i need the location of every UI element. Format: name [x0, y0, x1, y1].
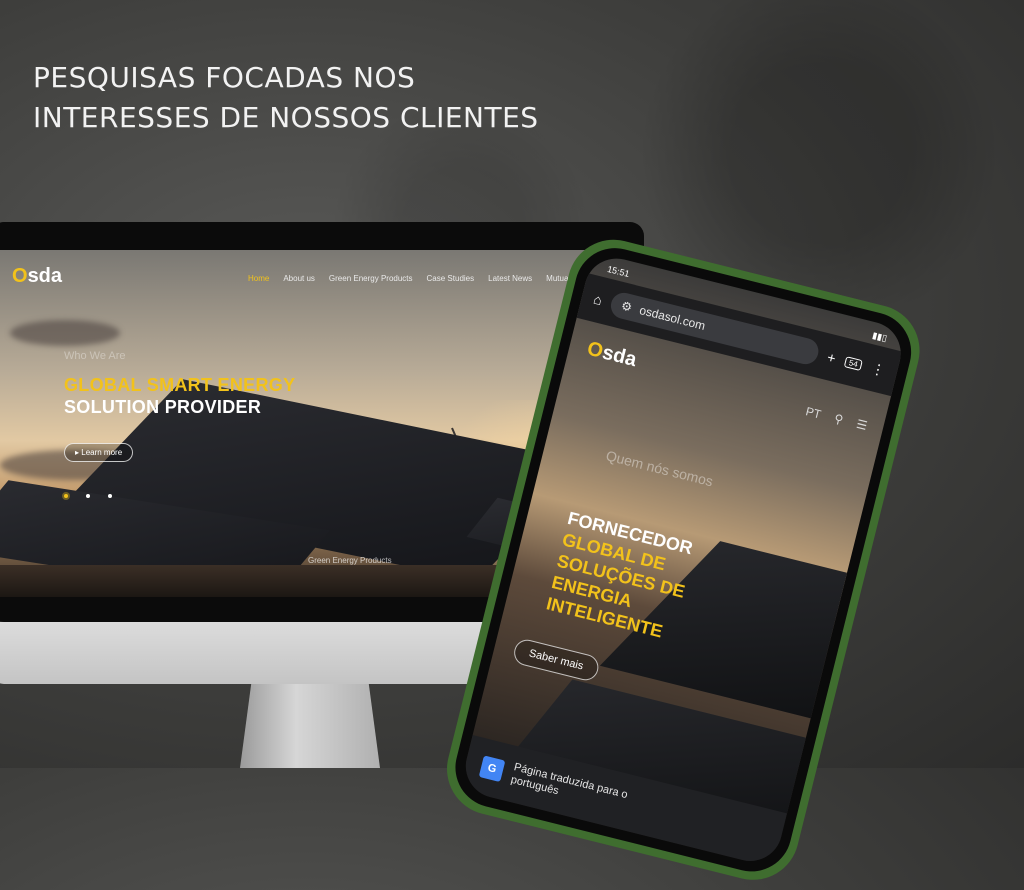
carousel-dot[interactable] [86, 494, 90, 498]
carousel-dot-active[interactable] [64, 494, 68, 498]
site-logo[interactable]: Osda [12, 265, 62, 288]
headline-line-2: INTERESSES DE NOSSOS CLIENTES [33, 101, 539, 134]
nav-item-products[interactable]: Green Energy Products [329, 274, 413, 283]
menu-dots-icon[interactable]: ⋮ [869, 359, 887, 379]
carousel-dots [64, 494, 112, 498]
hero-title-line-2: SOLUTION PROVIDER [64, 397, 262, 417]
learn-more-button[interactable]: ▸ Learn more [64, 443, 134, 462]
url-text: osdasol.com [638, 303, 707, 333]
translate-message: Página traduzida para o português [509, 761, 629, 802]
tab-count-button[interactable]: 54 [843, 355, 863, 371]
search-icon[interactable]: ⚲ [833, 411, 845, 427]
headline: PESQUISAS FOCADAS NOS INTERESSES DE NOSS… [33, 58, 539, 138]
language-switch[interactable]: PT [804, 404, 822, 421]
who-we-are-label: Quem nós somos [604, 447, 715, 490]
nav-item-home[interactable]: Home [248, 274, 269, 283]
mobile-header-tools: PT ⚲ ☰ [804, 404, 868, 433]
hamburger-menu-icon[interactable]: ☰ [855, 417, 869, 433]
section-label: Green Energy Products [308, 556, 392, 565]
who-we-are-label: Who We Are [64, 350, 126, 362]
nav-item-cases[interactable]: Case Studies [427, 274, 475, 283]
hero-title-line-1: GLOBAL SMART ENERGY [64, 375, 296, 395]
battery-icon: ▮▮▯ [871, 330, 889, 344]
carousel-dot[interactable] [108, 494, 112, 498]
site-settings-icon[interactable]: ⚙ [620, 298, 634, 314]
home-icon[interactable]: ⌂ [592, 291, 604, 309]
monitor-stand [240, 684, 380, 768]
nav-item-about[interactable]: About us [283, 274, 315, 283]
nav-item-news[interactable]: Latest News [488, 274, 532, 283]
main-nav: Home About us Green Energy Products Case… [248, 274, 618, 283]
google-translate-icon: G [478, 755, 506, 783]
site-logo[interactable]: Osda [585, 338, 639, 372]
learn-more-button[interactable]: Saber mais [511, 637, 601, 683]
headline-line-1: PESQUISAS FOCADAS NOS [33, 61, 416, 94]
new-tab-icon[interactable]: + [826, 349, 838, 367]
